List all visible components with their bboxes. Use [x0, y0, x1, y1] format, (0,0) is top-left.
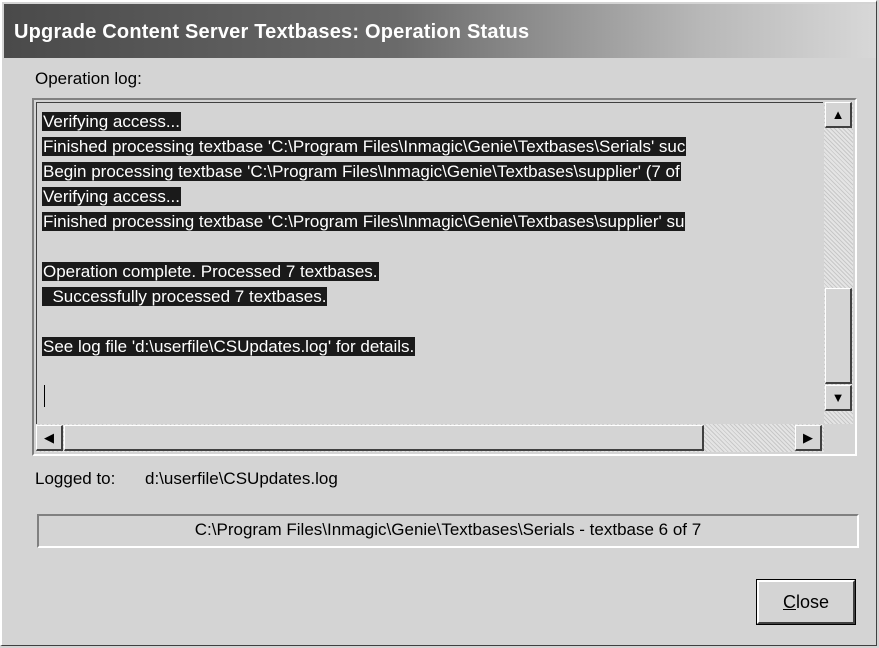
- scroll-left-icon: ◀: [44, 430, 54, 445]
- window-title: Upgrade Content Server Textbases: Operat…: [14, 21, 530, 43]
- close-button-mnemonic: C: [782, 592, 796, 612]
- log-line: Successfully processed 7 textbases.: [42, 284, 686, 309]
- log-line: See log file 'd:\userfile\CSUpdates.log'…: [42, 334, 686, 359]
- close-button-label: lose: [795, 592, 830, 612]
- log-line: Finished processing textbase 'C:\Program…: [42, 134, 687, 159]
- operation-log-label: Operation log:: [35, 69, 142, 88]
- log-line: Finished processing textbase 'C:\Program…: [42, 209, 686, 234]
- log-line: Operation complete. Processed 7 textbase…: [42, 259, 686, 284]
- horizontal-scroll-thumb[interactable]: [64, 425, 704, 451]
- log-line: Begin processing textbase 'C:\Program Fi…: [42, 159, 686, 184]
- log-line: Verifying access...: [42, 109, 686, 134]
- current-textbase-status: C:\Program Files\Inmagic\Genie\Textbases…: [37, 514, 859, 548]
- vertical-scroll-thumb[interactable]: [825, 288, 852, 384]
- log-line-text: Finished processing textbase 'C:\Program…: [42, 137, 687, 156]
- scroll-up-icon: ▲: [831, 107, 845, 122]
- scroll-down-icon: ▼: [831, 390, 845, 405]
- close-button[interactable]: Close: [756, 579, 856, 625]
- logged-to-path: d:\userfile\CSUpdates.log: [145, 469, 338, 488]
- scrollbar-corner: [824, 424, 853, 452]
- log-line-text: Finished processing textbase 'C:\Program…: [42, 212, 686, 231]
- log-line-text: Verifying access...: [42, 112, 182, 131]
- scroll-up-button[interactable]: ▲: [825, 102, 852, 128]
- scroll-right-icon: ▶: [803, 430, 813, 445]
- vertical-scrollbar[interactable]: ▲ ▼: [824, 102, 853, 424]
- log-line-text: Begin processing textbase 'C:\Program Fi…: [42, 162, 681, 181]
- log-lines: Verifying access... Finished processing t…: [42, 109, 687, 359]
- horizontal-scrollbar[interactable]: ◀ ▶: [36, 424, 824, 452]
- scroll-left-button[interactable]: ◀: [36, 425, 63, 451]
- logged-to-label: Logged to:: [35, 469, 116, 488]
- log-line-text: Operation complete. Processed 7 textbase…: [42, 262, 379, 281]
- scroll-right-button[interactable]: ▶: [795, 425, 822, 451]
- log-line-text: See log file 'd:\userfile\CSUpdates.log'…: [42, 337, 416, 356]
- status-text: C:\Program Files\Inmagic\Genie\Textbases…: [194, 520, 702, 539]
- log-line-text: Verifying access...: [42, 187, 182, 206]
- text-caret: [44, 385, 45, 407]
- operation-log-box[interactable]: Verifying access... Finished processing t…: [32, 98, 857, 456]
- title-bar: Upgrade Content Server Textbases: Operat…: [4, 4, 876, 58]
- scroll-down-button[interactable]: ▼: [825, 385, 852, 411]
- log-line-text: Successfully processed 7 textbases.: [42, 287, 328, 306]
- operation-log-text[interactable]: Verifying access... Finished processing t…: [36, 102, 823, 425]
- log-line: Verifying access...: [42, 184, 686, 209]
- operation-status-dialog: Upgrade Content Server Textbases: Operat…: [0, 0, 877, 646]
